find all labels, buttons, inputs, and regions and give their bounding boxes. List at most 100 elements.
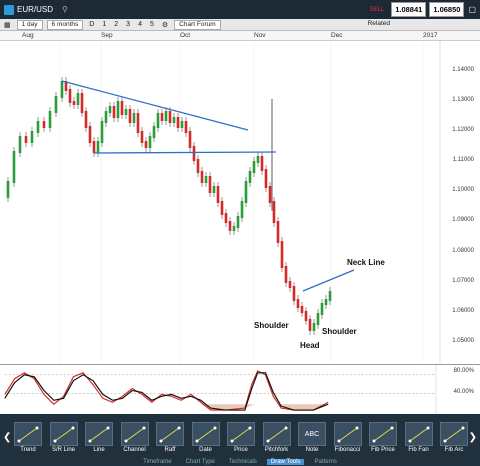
trend-tool[interactable]: Trend [13,422,43,456]
price-tool[interactable]: Price [226,422,256,456]
oscillator-panel[interactable] [0,364,480,414]
y-tick-label: 1.09000 [452,217,474,223]
tool-label: Fib Arc [444,447,464,453]
scroll-right-icon[interactable]: ❯ [469,432,477,443]
candle-body [204,176,208,183]
right-shoulder-label: Shoulder [322,327,357,336]
tool-label: Pitchfork [264,447,289,453]
preset-1[interactable]: 1 [100,21,108,28]
preset-2[interactable]: 2 [112,21,120,28]
candle-body [176,117,180,128]
candle-body [104,111,108,123]
interval-select[interactable]: 1 day [16,19,43,30]
tool-label: Fib Fan [408,447,429,453]
candle-body [88,126,92,143]
time-axis: Aug Sep Oct Nov Dec 2017 [0,31,480,41]
tool-label: Raff [164,447,176,453]
tab-technicals[interactable]: Technicals [225,459,261,465]
y-tick-label: 1.11000 [452,157,474,163]
neck-line [302,269,355,292]
gear-icon[interactable]: ⚙ [160,21,170,29]
line-tool[interactable]: Line [84,422,114,456]
grid-icon[interactable]: ▦ [2,21,13,29]
bottom-tabs: Timeframe Chart Type Technicals Draw Too… [0,458,480,466]
fib-arc-tool[interactable]: Fib Arc [439,422,469,456]
candle-body [256,156,260,163]
candle-body [144,141,148,148]
candle-body [168,111,172,123]
fib-price-tool[interactable]: Fib Price [368,422,398,456]
tool-label: Fib Price [371,447,395,453]
range-select[interactable]: 6 months [46,19,84,30]
candle-body [84,111,88,128]
candle-body [148,136,152,148]
candle-body [300,306,304,313]
sell-price-button[interactable]: 1.08841 [391,2,427,17]
preset-5[interactable]: 5 [148,21,156,28]
candle-body [6,181,10,198]
raff-tool[interactable]: Raff [155,422,185,456]
candle-body [248,171,252,183]
candle-body [268,186,272,203]
head-label: Head [300,341,320,350]
candle-body [24,136,28,143]
osc-label-40: 40.00% [453,389,474,395]
scroll-left-icon[interactable]: ❮ [3,432,11,443]
y-tick-label: 1.14000 [452,67,474,73]
candle-body [96,141,100,153]
tab-draw-tools[interactable]: Draw Tools [266,459,305,465]
candle-body [236,216,240,228]
channel-icon [120,422,149,446]
fibonacci-tool[interactable]: Fibonacci [333,422,363,456]
note-icon: ABC [298,422,326,446]
month-label: Dec [331,32,343,39]
instrument-icon [4,4,14,15]
search-icon[interactable]: ⚲ [62,5,68,14]
candle-body [244,181,248,203]
candle-body [232,226,236,231]
top-bar: EUR/USD ⚲ SELL 1.08841 1.06850 ▢ [0,0,480,19]
y-tick-label: 1.06000 [452,308,474,314]
preset-3[interactable]: 3 [124,21,132,28]
candle-body [80,93,84,113]
candle-body [264,169,268,188]
d-button[interactable]: D [87,21,96,28]
candle-body [100,121,104,143]
note-tool[interactable]: ABC Note [297,422,327,456]
month-label: Sep [101,32,113,39]
channel-tool[interactable]: Channel [120,422,150,456]
y-tick-label: 1.08000 [452,248,474,254]
sr-line-tool[interactable]: S/R Line [49,422,79,456]
candle-body [324,299,328,305]
fibonacci-icon [333,422,362,446]
candle-body [188,131,192,148]
tool-label: Trend [20,447,36,453]
chart-forum-button[interactable]: Chart Forum [174,19,221,30]
pitchfork-tool[interactable]: Pitchfork [262,422,292,456]
price-chart[interactable] [0,41,480,363]
tool-label: S/R Line [51,447,75,453]
candle-body [48,111,52,128]
symbol-label: EUR/USD [17,5,54,14]
candle-body [116,101,120,118]
neck-line-label: Neck Line [347,258,385,267]
preset-4[interactable]: 4 [136,21,144,28]
tab-timeframe[interactable]: Timeframe [139,459,175,465]
date-tool[interactable]: Date [191,422,221,456]
candle-body [304,311,308,321]
candle-body [18,136,22,153]
symbol-selector[interactable]: EUR/USD ⚲ [0,4,68,15]
tab-patterns[interactable]: Patterns [310,459,340,465]
expand-icon[interactable]: ▢ [468,5,476,14]
left-shoulder-label: Shoulder [254,321,289,330]
y-tick-label: 1.07000 [452,278,474,284]
candle-body [112,106,116,118]
fib-fan-tool[interactable]: Fib Fan [404,422,434,456]
related-button[interactable]: Related [368,20,390,27]
candle-body [284,266,288,283]
month-label: Aug [22,32,34,39]
tab-chart-type[interactable]: Chart Type [182,459,219,465]
buy-price-button[interactable]: 1.06850 [429,2,465,17]
candle-body [200,171,204,183]
draw-tools-panel: ❮ Trend S/R Line Line Channel Raff Date Price P… [0,414,480,466]
